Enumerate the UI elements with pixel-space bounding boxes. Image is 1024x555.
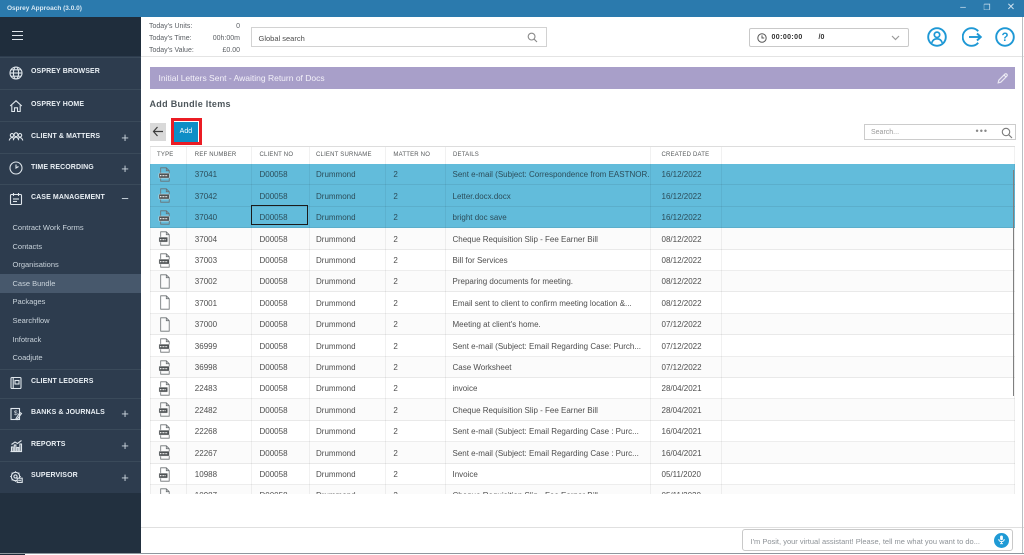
svg-text:?: ? — [1001, 32, 1008, 44]
